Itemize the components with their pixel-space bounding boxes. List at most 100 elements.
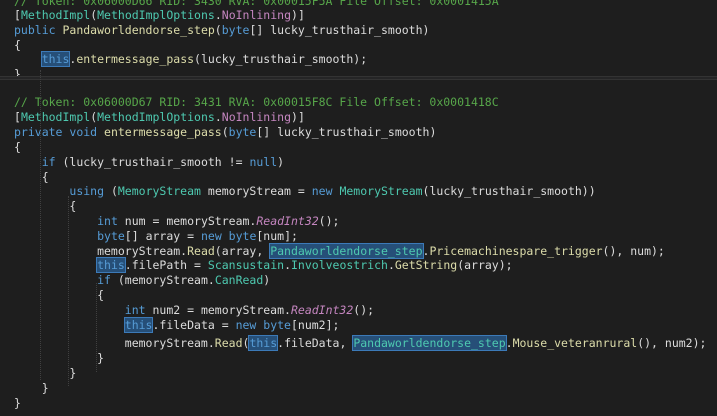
code-token: MethodImpl xyxy=(20,8,91,22)
code-line[interactable]: using (MemoryStream memoryStream = new M… xyxy=(14,184,596,199)
code-token: memoryStream = xyxy=(200,184,312,198)
code-line[interactable]: private void entermessage_pass(byte[] lu… xyxy=(14,125,436,140)
code-token: .fileData, xyxy=(277,336,354,350)
code-line[interactable]: [MethodImpl(MethodImplOptions.NoInlining… xyxy=(14,8,305,23)
code-token: new xyxy=(235,318,264,332)
code-line[interactable]: memoryStream.Read(this.fileData, Pandawo… xyxy=(14,335,707,351)
code-token: { xyxy=(14,170,49,184)
code-token: public xyxy=(14,23,63,37)
code-token: GetString xyxy=(394,258,458,272)
code-token: . xyxy=(214,8,222,22)
code-token: num = memoryStream. xyxy=(117,214,257,228)
code-token: Pandaworldendorse_step xyxy=(62,23,215,37)
code-token: // Token: 0x06000D66 RID: 3430 RVA: 0x00… xyxy=(14,0,499,8)
code-token: . xyxy=(505,336,513,350)
code-line[interactable]: } xyxy=(14,396,21,411)
highlighted-token[interactable]: this xyxy=(40,51,71,67)
code-token: byte xyxy=(221,23,250,37)
code-token: Involveostrich xyxy=(291,258,388,272)
indent-guide xyxy=(96,283,98,372)
code-line[interactable]: { xyxy=(14,288,104,303)
code-token: ( xyxy=(104,184,118,198)
code-token: (), num); xyxy=(602,244,665,258)
code-token: byte xyxy=(228,125,257,139)
code-token: byte xyxy=(228,229,257,243)
code-line[interactable]: memoryStream.Read(array, Pandaworldendor… xyxy=(14,243,665,259)
code-token: MethodImplOptions xyxy=(97,8,215,22)
code-token: Pricemachinespare_trigger xyxy=(429,244,603,258)
code-line[interactable]: } xyxy=(14,351,104,366)
code-token: // Token: 0x06000D67 RID: 3431 RVA: 0x00… xyxy=(14,95,499,109)
code-line[interactable]: { xyxy=(14,38,21,53)
code-token: MemoryStream xyxy=(339,184,423,198)
code-token: } xyxy=(14,351,105,365)
code-token: (lucky_trusthair_smooth)) xyxy=(422,184,596,198)
code-token: [num2]; xyxy=(290,318,340,332)
code-token: (array); xyxy=(457,258,513,272)
code-token: int xyxy=(124,303,146,317)
code-token: (array, xyxy=(214,244,271,258)
code-token: if xyxy=(41,155,56,169)
code-token: .filePath = xyxy=(124,258,208,272)
code-token: } xyxy=(14,381,49,395)
highlighted-token[interactable]: this xyxy=(248,335,279,351)
code-token: .fileData = xyxy=(152,318,236,332)
indent-guide xyxy=(40,70,42,380)
code-line[interactable]: int num = memoryStream.ReadInt32(); xyxy=(14,214,339,229)
code-token: MemoryStream xyxy=(117,184,201,198)
code-token: new xyxy=(311,184,340,198)
code-token: [] array = xyxy=(124,229,201,243)
code-line[interactable]: if (memoryStream.CanRead) xyxy=(14,273,270,288)
code-token: Scansustain xyxy=(207,258,285,272)
code-token: (memoryStream. xyxy=(110,273,215,287)
code-line[interactable]: if (lucky_trusthair_smooth != null) xyxy=(14,155,284,170)
code-token: [ xyxy=(14,110,21,124)
code-token: } xyxy=(14,366,77,380)
code-token: [ xyxy=(14,8,21,22)
code-token: { xyxy=(14,140,21,154)
indent-guide xyxy=(68,196,70,386)
code-token: (lucky_trusthair_smooth); xyxy=(194,52,368,66)
code-token: ( xyxy=(221,125,229,139)
code-token: (), num2); xyxy=(637,336,707,350)
code-token: [] lucky_trusthair_smooth) xyxy=(249,23,430,37)
highlighted-token[interactable]: this xyxy=(96,257,126,273)
code-token: new xyxy=(200,229,229,243)
code-line[interactable]: [MethodImpl(MethodImplOptions.NoInlining… xyxy=(14,110,305,125)
code-line[interactable]: this.entermessage_pass(lucky_trusthair_s… xyxy=(14,51,368,67)
code-token: if xyxy=(97,273,111,287)
code-token: [] lucky_trusthair_smooth) xyxy=(256,125,437,139)
code-line[interactable]: { xyxy=(14,170,49,185)
highlighted-token[interactable]: Pandaworldendorse_step xyxy=(269,243,424,259)
code-line[interactable]: this.filePath = Scansustain.Involveostri… xyxy=(14,257,513,273)
highlighted-token[interactable]: this xyxy=(123,317,154,333)
highlighted-token[interactable]: Pandaworldendorse_step xyxy=(352,335,507,351)
code-token: entermessage_pass xyxy=(76,52,195,66)
code-line[interactable]: // Token: 0x06000D67 RID: 3431 RVA: 0x00… xyxy=(14,95,499,110)
code-token: NoInlining xyxy=(221,110,292,124)
code-line[interactable]: } xyxy=(14,366,76,381)
code-line[interactable]: { xyxy=(14,140,21,155)
code-line[interactable]: this.fileData = new byte[num2]; xyxy=(14,317,340,333)
code-token: [num]; xyxy=(256,229,298,243)
code-token: ) xyxy=(263,273,271,287)
code-token: . xyxy=(284,258,291,272)
code-token: memoryStream. xyxy=(14,336,215,350)
code-token: { xyxy=(14,288,105,302)
code-token: } xyxy=(14,396,21,410)
code-token: Mouse_veteranrural xyxy=(512,336,638,350)
code-line[interactable]: byte[] array = new byte[num]; xyxy=(14,229,298,244)
code-line[interactable]: } xyxy=(14,381,49,396)
code-token: )] xyxy=(291,8,305,22)
code-editor[interactable]: // Token: 0x06000D66 RID: 3430 RVA: 0x00… xyxy=(0,0,717,416)
code-token: MethodImplOptions xyxy=(97,110,215,124)
code-line[interactable]: { xyxy=(14,199,76,214)
code-token: )] xyxy=(291,110,305,124)
code-token: void xyxy=(69,125,105,139)
code-line[interactable]: public Pandaworldendorse_step(byte[] luc… xyxy=(14,23,429,38)
code-token: NoInlining xyxy=(221,8,292,22)
